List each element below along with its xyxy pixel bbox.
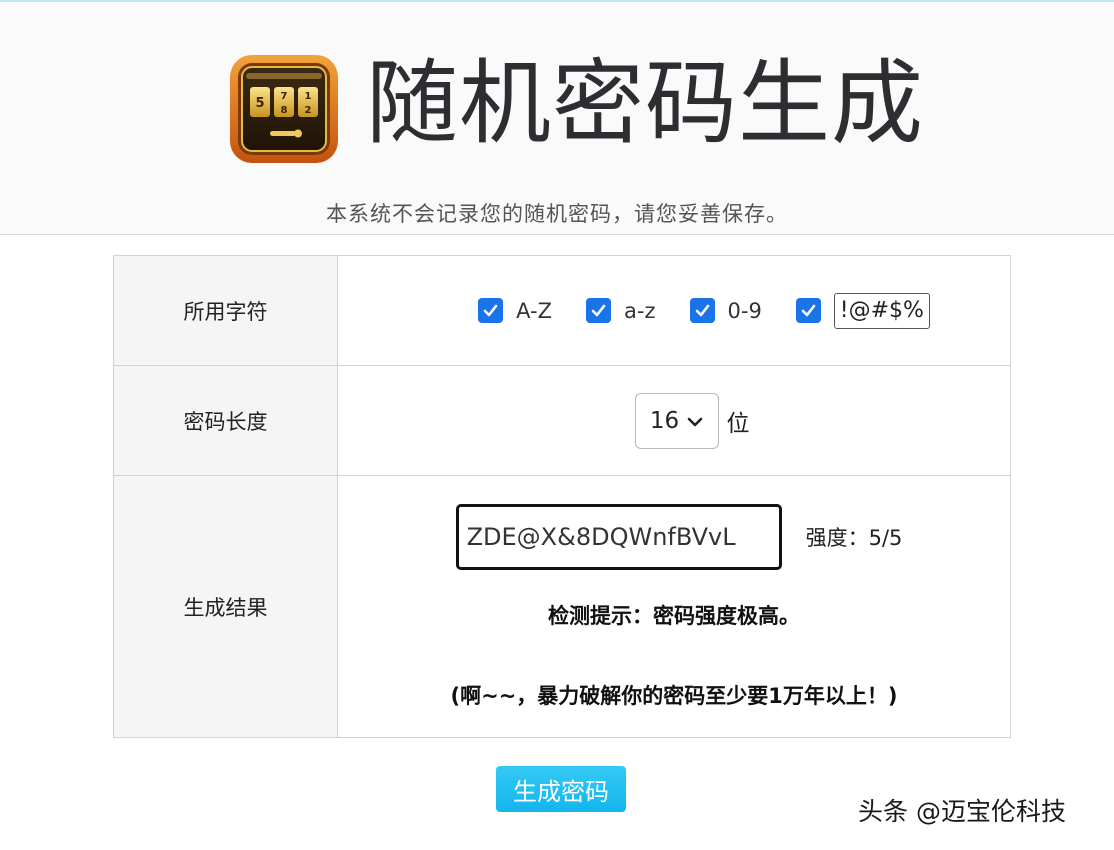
symbols-input[interactable]	[833, 292, 930, 329]
result-label: 生成结果	[113, 475, 338, 738]
charset-row: 所用字符 A-Z a-z 0-9 !@#$%	[113, 255, 1011, 366]
crack-time-note: (啊~~，暴力破解你的密码至少要1万年以上！)	[450, 683, 898, 708]
option-uppercase-label: A-Z	[516, 298, 553, 323]
check-icon	[591, 304, 606, 317]
option-digits-label: 0-9	[727, 298, 762, 323]
svg-text:2: 2	[305, 105, 312, 116]
length-label: 密码长度	[113, 365, 338, 476]
svg-text:7: 7	[281, 91, 288, 102]
generate-password-button[interactable]: 生成密码	[496, 766, 626, 812]
result-cell: ZDE@X&8DQWnfBVvL 强度：5/5 检测提示：密码强度极高。 (啊~…	[337, 475, 1011, 738]
length-cell: 16 位	[337, 365, 1011, 476]
check-icon	[483, 304, 498, 317]
svg-text:8: 8	[281, 105, 288, 116]
charset-label: 所用字符	[113, 255, 338, 366]
page-header: 5 7 8 1 2 随机密码生成 本系统不会记录您的随机密码，请您妥善保存。	[0, 2, 1114, 235]
settings-table: 所用字符 A-Z a-z 0-9 !@#$% 密码长度 16 位 生成结果 ZD…	[113, 255, 1011, 738]
page-subtitle: 本系统不会记录您的随机密码，请您妥善保存。	[326, 202, 788, 226]
chevron-down-icon	[687, 408, 703, 434]
option-lowercase-label: a-z	[624, 298, 656, 323]
watermark: 头条 @迈宝伦科技	[858, 797, 1066, 826]
svg-text:1: 1	[305, 91, 312, 102]
slot-machine-lock-icon: 5 7 8 1 2	[230, 55, 338, 163]
option-symbols[interactable]	[795, 292, 930, 329]
checkbox-uppercase[interactable]	[478, 298, 504, 323]
strength-tip: 检测提示：密码强度极高。	[548, 603, 800, 628]
checkbox-symbols[interactable]	[795, 298, 821, 323]
page-title: 随机密码生成	[366, 50, 925, 157]
checkbox-digits[interactable]	[689, 298, 715, 323]
length-select-value: 16	[649, 407, 680, 434]
length-select[interactable]: 16	[634, 392, 719, 449]
check-icon	[695, 304, 709, 317]
option-lowercase[interactable]: a-z	[586, 298, 656, 323]
password-output[interactable]: ZDE@X&8DQWnfBVvL	[455, 503, 782, 570]
strength-indicator: 强度：5/5	[805, 525, 903, 550]
svg-text:5: 5	[255, 96, 264, 111]
checkbox-lowercase[interactable]	[586, 298, 612, 323]
option-uppercase[interactable]: A-Z	[478, 298, 552, 323]
result-row: 生成结果 ZDE@X&8DQWnfBVvL 强度：5/5 检测提示：密码强度极高…	[113, 475, 1011, 738]
length-unit: 位	[726, 410, 750, 437]
option-digits[interactable]: 0-9	[689, 298, 762, 323]
check-icon	[801, 304, 816, 317]
charset-options: A-Z a-z 0-9	[337, 255, 1011, 366]
length-row: 密码长度 16 位	[113, 365, 1011, 476]
